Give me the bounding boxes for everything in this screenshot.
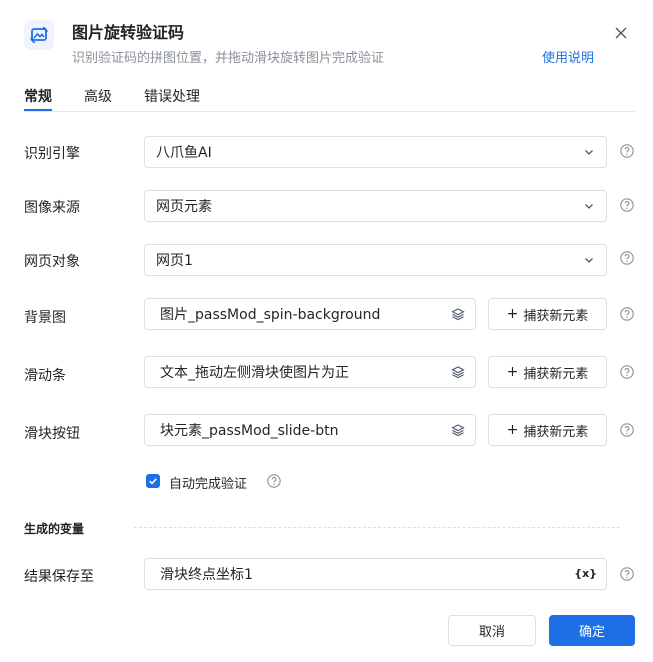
checkmark-icon [149,478,157,485]
rotate-captcha-icon [24,20,54,50]
web-object-select[interactable]: 网页1 [144,244,607,276]
help-link[interactable]: 使用说明 [542,47,594,66]
slider-button-element-value: 块元素_passMod_slide-btn [160,423,339,439]
slider-bar-label: 滑动条 [24,368,66,384]
capture-label: 捕获新元素 [523,366,589,382]
chevron-down-icon [585,150,593,155]
capture-background-button[interactable]: + 捕获新元素 [488,298,607,330]
plus-icon: + [506,364,519,380]
auto-verify-label[interactable]: 自动完成验证 [169,473,247,492]
web-object-label: 网页对象 [24,254,80,270]
image-source-value: 网页元素 [156,199,212,215]
chevron-down-icon [585,258,593,263]
capture-label: 捕获新元素 [523,424,589,440]
generated-variables-title: 生成的变量 [24,522,85,536]
tab-error-handling[interactable]: 错误处理 [144,86,200,106]
engine-value: 八爪鱼AI [156,145,212,161]
engine-select[interactable]: 八爪鱼AI [144,136,607,168]
help-icon[interactable] [267,474,281,488]
tab-general[interactable]: 常规 [24,86,52,106]
image-source-select[interactable]: 网页元素 [144,190,607,222]
dialog-title: 图片旋转验证码 [72,23,185,42]
capture-slider-bar-button[interactable]: + 捕获新元素 [488,356,607,388]
background-element-value: 图片_passMod_spin-background [160,307,381,323]
capture-label: 捕获新元素 [523,308,589,324]
capture-slider-button-button[interactable]: + 捕获新元素 [488,414,607,446]
result-save-label: 结果保存至 [24,569,94,585]
layers-icon[interactable] [451,307,465,321]
slider-bar-element-field[interactable]: 文本_拖动左侧滑块使图片为正 [144,356,476,388]
help-icon[interactable] [620,251,634,265]
tab-bar: 常规 高级 错误处理 [24,85,635,112]
result-variable-value: 滑块终点坐标1 [160,567,253,583]
image-source-label: 图像来源 [24,200,80,216]
close-icon[interactable] [612,24,630,42]
help-icon[interactable] [620,144,634,158]
variable-icon[interactable]: {x} [574,567,597,580]
section-divider [134,527,620,528]
layers-icon[interactable] [451,423,465,437]
tab-advanced[interactable]: 高级 [84,86,112,106]
help-icon[interactable] [620,365,634,379]
chevron-down-icon [585,204,593,209]
help-icon[interactable] [620,423,634,437]
dialog-subtitle: 识别验证码的拼图位置，并拖动滑块旋转图片完成验证 [72,51,385,66]
confirm-button[interactable]: 确定 [549,615,635,646]
slider-bar-element-value: 文本_拖动左侧滑块使图片为正 [160,365,349,381]
help-icon[interactable] [620,198,634,212]
result-variable-field[interactable]: 滑块终点坐标1 {x} [144,558,607,590]
layers-icon[interactable] [451,365,465,379]
cancel-button[interactable]: 取消 [448,615,536,646]
background-element-field[interactable]: 图片_passMod_spin-background [144,298,476,330]
auto-verify-checkbox[interactable] [146,474,160,488]
plus-icon: + [506,306,519,322]
slider-button-element-field[interactable]: 块元素_passMod_slide-btn [144,414,476,446]
engine-label: 识别引擎 [24,146,80,162]
plus-icon: + [506,422,519,438]
active-tab-indicator [24,109,52,111]
help-icon[interactable] [620,307,634,321]
background-label: 背景图 [24,310,66,326]
web-object-value: 网页1 [156,253,193,269]
help-icon[interactable] [620,567,634,581]
slider-button-label: 滑块按钮 [24,426,80,442]
